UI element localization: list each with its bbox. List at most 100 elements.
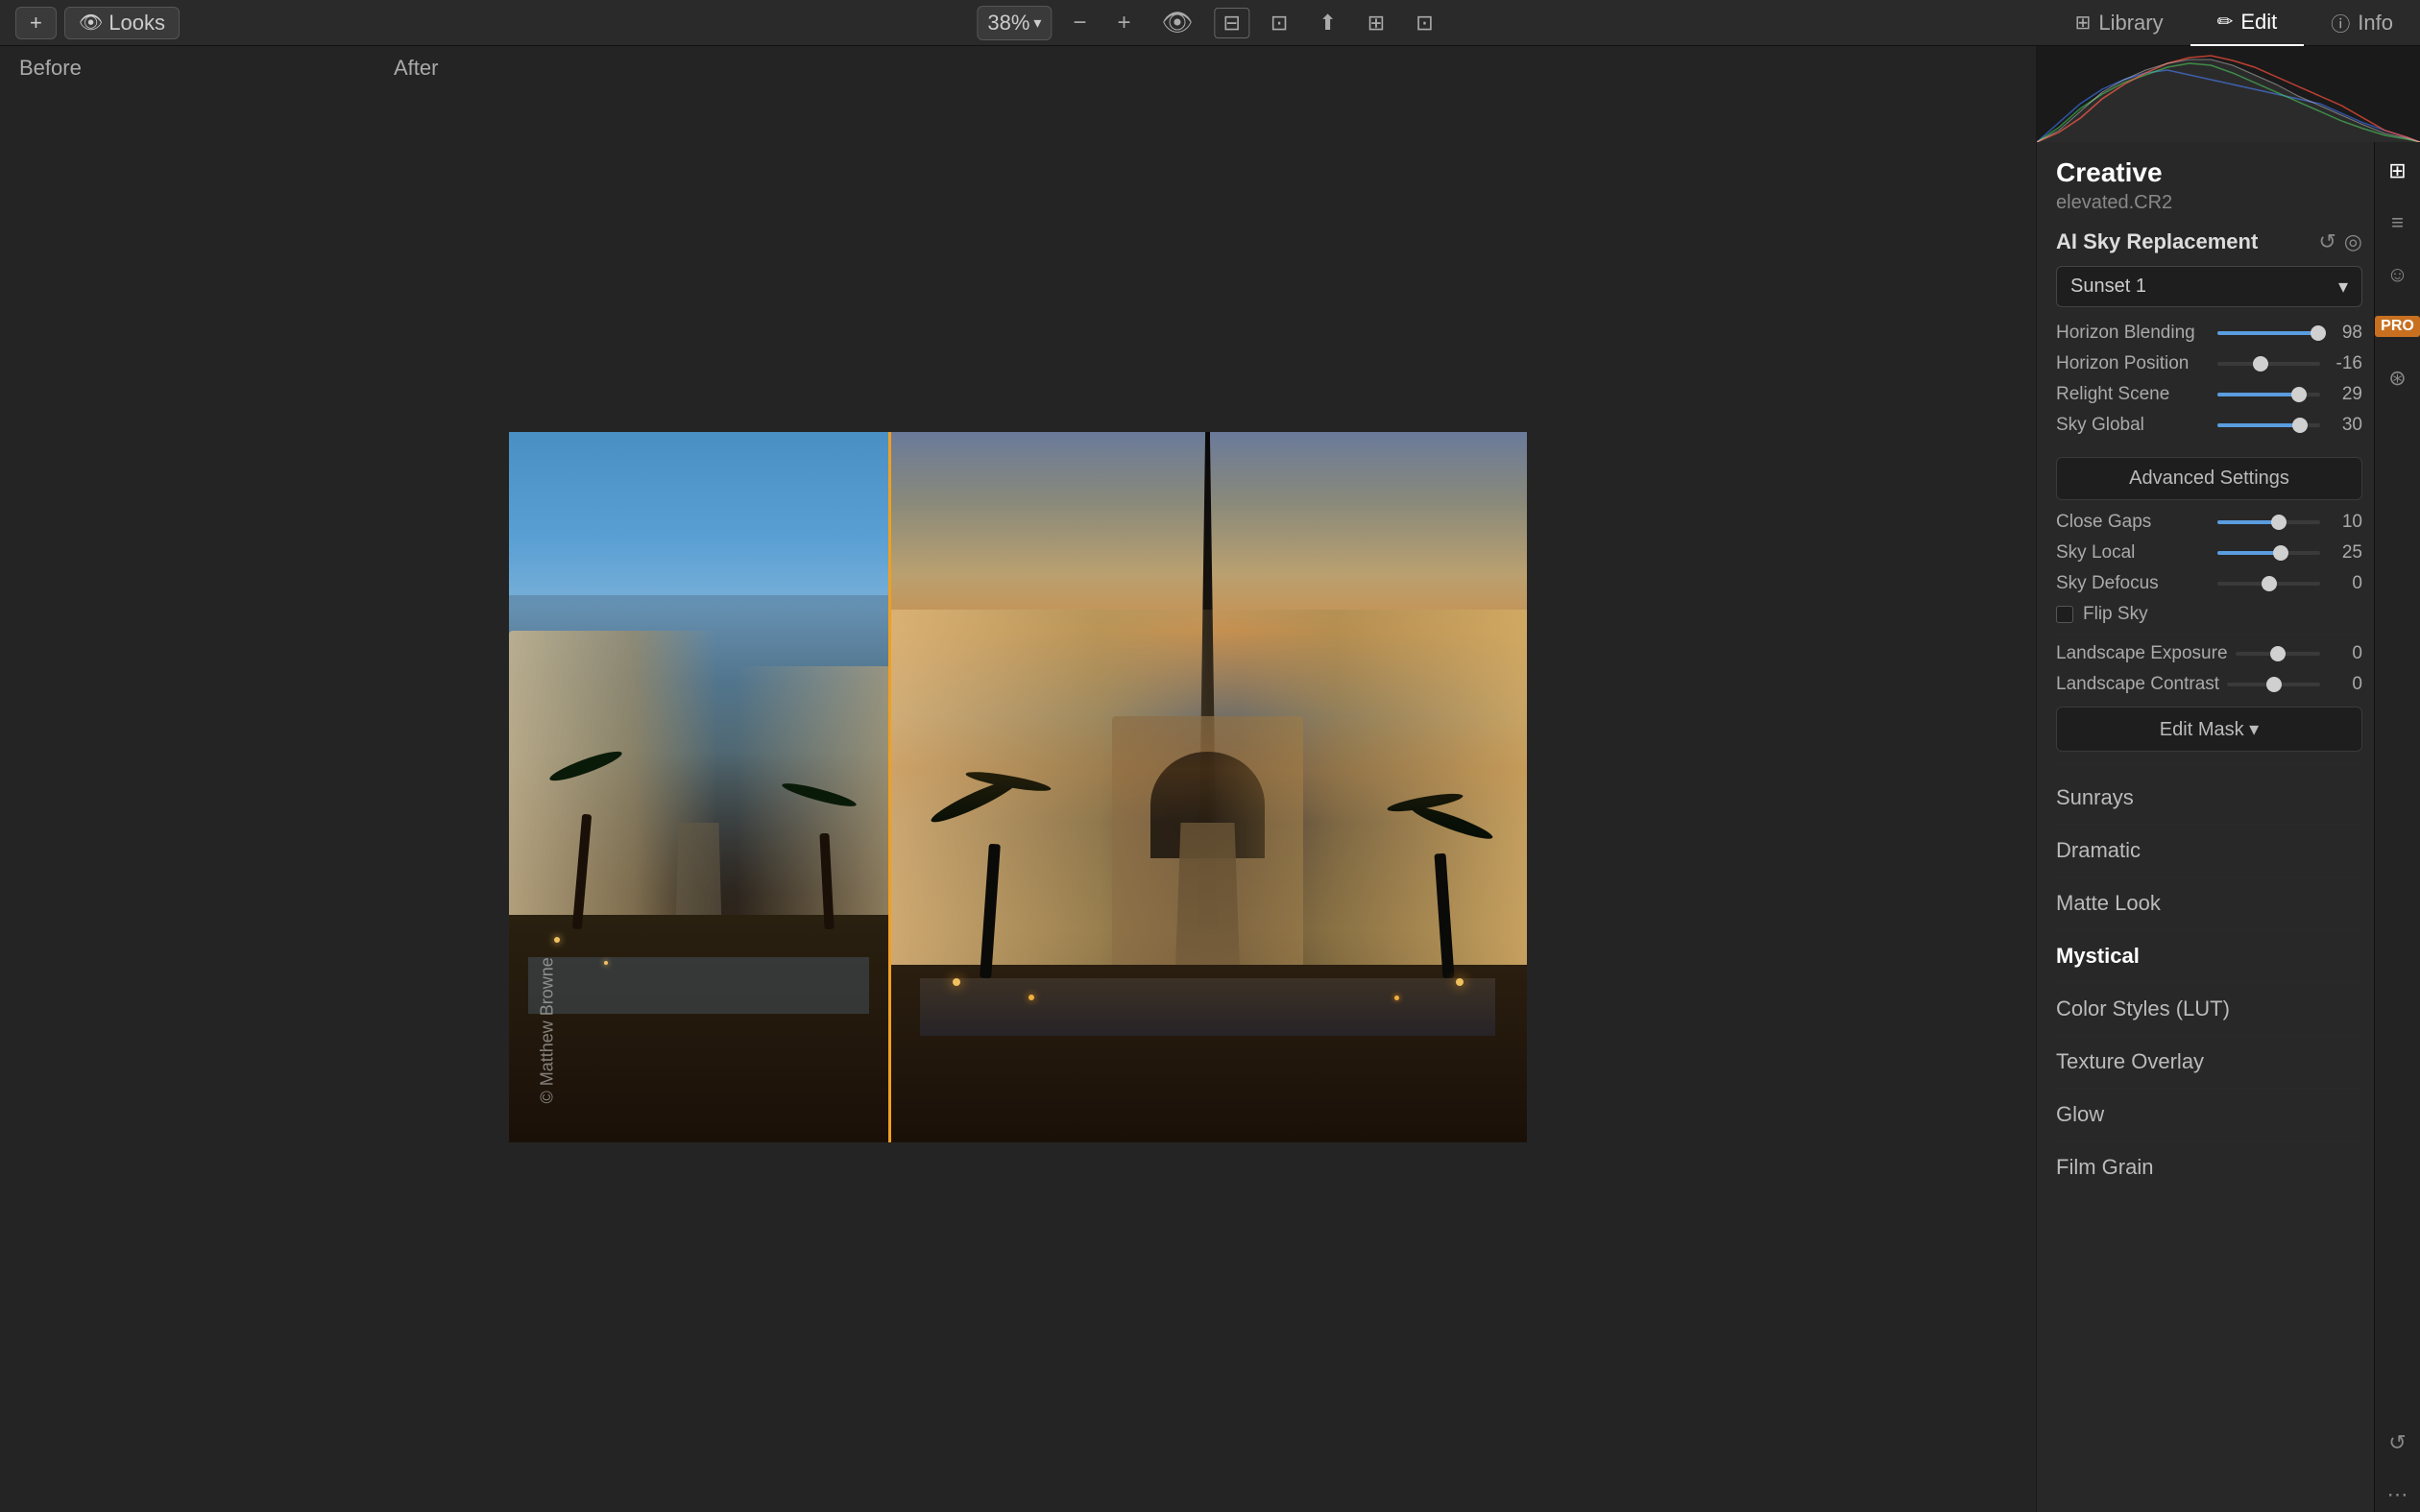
divider: [2056, 635, 2362, 636]
flip-sky-checkbox[interactable]: [2056, 606, 2073, 623]
crop-button[interactable]: ⊡: [1261, 7, 1297, 39]
before-label: Before: [0, 46, 375, 90]
compare-button[interactable]: ⊟: [1214, 8, 1248, 38]
zoom-control[interactable]: 38% ▾: [977, 6, 1052, 40]
list-item-glow[interactable]: Glow: [2056, 1089, 2362, 1141]
pro-badge: PRO: [2375, 316, 2420, 337]
preset-dropdown[interactable]: Sunset 1 ▾: [2056, 266, 2362, 307]
divider-2: [2056, 763, 2362, 764]
advanced-settings-button[interactable]: Advanced Settings: [2056, 457, 2362, 500]
horizon-position-slider[interactable]: [2217, 354, 2320, 373]
sky-global-value: 30: [2328, 415, 2362, 436]
landscape-exposure-value: 0: [2328, 643, 2362, 664]
toolbar: + 👁 Looks 38% ▾ − + 👁 ⊟ ⊡ ⬆ ⊞ ⊡ ⊞ Librar…: [0, 0, 2420, 46]
horizon-blending-slider[interactable]: [2217, 324, 2320, 343]
add-button[interactable]: +: [15, 7, 57, 39]
toolbar-right: ⊞ Library ✏ Edit ⓘ Info: [2048, 0, 2420, 46]
more-panel-button[interactable]: ⋯: [2381, 1477, 2415, 1512]
canvas-area[interactable]: Before After: [0, 46, 2036, 1512]
grid-button[interactable]: ⊞: [1358, 7, 1394, 39]
flip-sky-row: Flip Sky: [2056, 604, 2362, 625]
portrait-panel-button[interactable]: ☺: [2381, 257, 2415, 292]
copyright-text: © Matthew Browne: [538, 957, 558, 1103]
list-item-sunrays[interactable]: Sunrays: [2056, 772, 2362, 825]
fullscreen-button[interactable]: ⊡: [1406, 7, 1442, 39]
landscape-contrast-slider[interactable]: [2227, 675, 2320, 694]
layers-icon: ⊞: [2388, 158, 2406, 183]
ai-sky-header: AI Sky Replacement ↺ ◎: [2056, 229, 2362, 254]
sky-defocus-slider[interactable]: [2217, 574, 2320, 593]
preset-label: Sunset 1: [2070, 276, 2146, 298]
sky-local-row: Sky Local 25: [2056, 542, 2362, 564]
edit-mask-label: Edit Mask ▾: [2160, 717, 2259, 741]
chevron-down-icon: ▾: [1033, 13, 1041, 33]
sky-local-label: Sky Local: [2056, 542, 2210, 564]
looks-button[interactable]: 👁 Looks: [64, 7, 180, 39]
after-label: After: [375, 46, 2036, 90]
relight-scene-row: Relight Scene 29: [2056, 384, 2362, 405]
edit-mask-button[interactable]: Edit Mask ▾: [2056, 707, 2362, 752]
history-icon: ↺: [2388, 1430, 2406, 1455]
eye-toggle-button[interactable]: ◎: [2344, 229, 2362, 254]
close-gaps-row: Close Gaps 10: [2056, 512, 2362, 533]
split-divider[interactable]: [888, 432, 891, 1142]
horizon-position-label: Horizon Position: [2056, 353, 2210, 374]
share-button[interactable]: ⬆: [1309, 7, 1345, 39]
preview-button[interactable]: 👁: [1151, 4, 1202, 41]
landscape-contrast-label: Landscape Contrast: [2056, 674, 2219, 695]
creative-list: Sunrays Dramatic Matte Look Mystical Col…: [2056, 772, 2362, 1193]
landscape-contrast-value: 0: [2328, 674, 2362, 695]
dropdown-chevron: ▾: [2338, 275, 2348, 299]
layers-panel-button[interactable]: ⊞: [2381, 154, 2415, 188]
edit-nav-button[interactable]: ✏ Edit: [2190, 0, 2305, 46]
panel-icons: ⊞ ≡ ☺ PRO ⊛ ↺ ⋯: [2374, 142, 2420, 1512]
relight-scene-slider[interactable]: [2217, 385, 2320, 404]
creative-icon: ⊛: [2388, 366, 2406, 391]
reset-button[interactable]: ↺: [2318, 229, 2335, 254]
zoom-out-button[interactable]: −: [1063, 6, 1096, 40]
sky-global-slider[interactable]: [2217, 416, 2320, 435]
history-panel-button[interactable]: ↺: [2381, 1426, 2415, 1460]
photo-before: [509, 432, 888, 1142]
image-container: © Matthew Browne: [29, 90, 2007, 1483]
horizon-position-row: Horizon Position -16: [2056, 353, 2362, 374]
library-nav-button[interactable]: ⊞ Library: [2048, 0, 2190, 46]
right-panel: Creative elevated.CR2 AI Sky Replacement…: [2036, 46, 2420, 1512]
pro-panel-button[interactable]: PRO: [2381, 309, 2415, 344]
zoom-value: 38%: [987, 11, 1029, 36]
main-area: Before After: [0, 46, 2420, 1512]
list-item-dramatic[interactable]: Dramatic: [2056, 825, 2362, 877]
sky-global-label: Sky Global: [2056, 415, 2210, 436]
plus-icon: +: [30, 11, 42, 36]
more-icon: ⋯: [2387, 1482, 2408, 1507]
file-name: elevated.CR2: [2056, 192, 2362, 214]
info-nav-button[interactable]: ⓘ Info: [2304, 0, 2420, 46]
sky-local-value: 25: [2328, 542, 2362, 564]
list-item-mystical[interactable]: Mystical: [2056, 930, 2362, 983]
section-title: Creative: [2056, 157, 2362, 188]
horizon-blending-label: Horizon Blending: [2056, 323, 2210, 344]
sky-local-slider[interactable]: [2217, 543, 2320, 563]
ai-sky-actions: ↺ ◎: [2318, 229, 2362, 254]
landscape-exposure-slider[interactable]: [2236, 644, 2320, 663]
list-item-color-styles[interactable]: Color Styles (LUT): [2056, 983, 2362, 1036]
close-gaps-slider[interactable]: [2217, 513, 2320, 532]
list-item-film-grain[interactable]: Film Grain: [2056, 1141, 2362, 1193]
edit-icon: ✏: [2217, 10, 2234, 34]
histogram-chart: [2037, 46, 2420, 142]
face-icon: ☺: [2386, 262, 2408, 287]
landscape-exposure-label: Landscape Exposure: [2056, 643, 2228, 664]
landscape-contrast-row: Landscape Contrast 0: [2056, 674, 2362, 695]
sliders-icon: ≡: [2391, 210, 2404, 235]
sliders-panel-button[interactable]: ≡: [2381, 205, 2415, 240]
toolbar-center: 38% ▾ − + 👁 ⊟ ⊡ ⬆ ⊞ ⊡: [977, 4, 1442, 41]
creative-panel-button[interactable]: ⊛: [2381, 361, 2415, 396]
photo-wrapper[interactable]: © Matthew Browne: [509, 432, 1527, 1142]
list-item-matte-look[interactable]: Matte Look: [2056, 877, 2362, 930]
sky-global-row: Sky Global 30: [2056, 415, 2362, 436]
horizon-position-value: -16: [2328, 353, 2362, 374]
library-icon: ⊞: [2075, 11, 2092, 35]
zoom-in-button[interactable]: +: [1107, 6, 1140, 40]
relight-scene-value: 29: [2328, 384, 2362, 405]
list-item-texture-overlay[interactable]: Texture Overlay: [2056, 1036, 2362, 1089]
